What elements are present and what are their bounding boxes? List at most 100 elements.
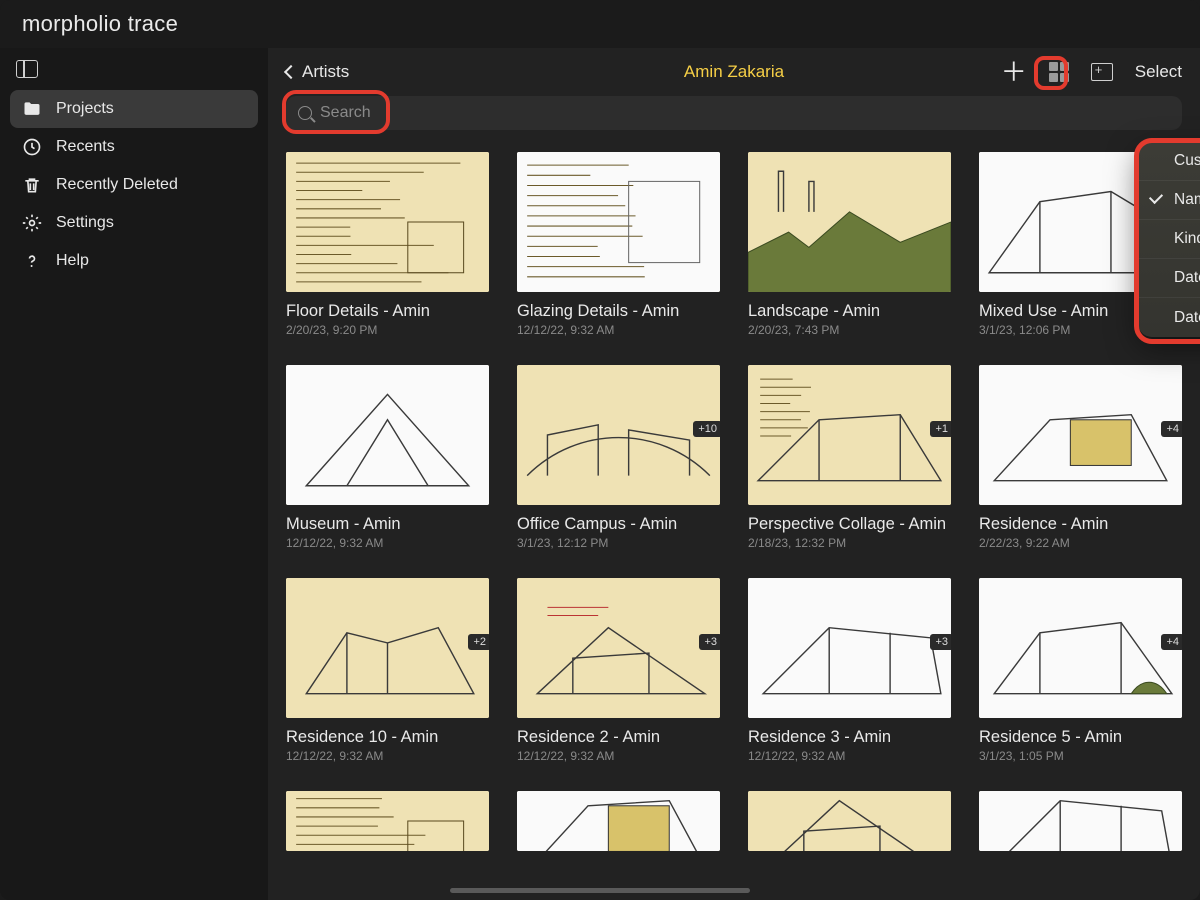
project-thumbnail [517,791,720,851]
grid-icon [1049,62,1069,82]
project-date: 3/1/23, 1:05 PM [979,749,1182,763]
sidebar-item-recently-deleted[interactable]: Recently Deleted [10,166,258,204]
sort-option-label: Custom [1174,152,1200,170]
project-date: 12/12/22, 9:32 AM [748,749,951,763]
stack-count-badge: +10 [693,421,720,437]
project-date: 12/12/22, 9:32 AM [517,323,720,337]
project-card[interactable]: +4 Residence 5 - Amin 3/1/23, 1:05 PM [979,578,1182,763]
gear-icon [22,213,42,233]
project-card[interactable] [286,791,489,851]
view-sort-button[interactable] [1049,62,1069,82]
project-card[interactable]: +2 Residence 10 - Amin 12/12/22, 9:32 AM [286,578,489,763]
chevron-left-icon [284,65,298,79]
sidebar-item-label: Help [56,252,89,270]
project-card[interactable]: +3 Residence 3 - Amin 12/12/22, 9:32 AM [748,578,951,763]
check-icon [1149,190,1163,204]
project-card[interactable]: +4 Residence - Amin 2/22/23, 9:22 AM [979,365,1182,550]
sort-option-name[interactable]: Name [1138,181,1200,220]
search-placeholder: Search [320,104,371,122]
brand-logo: morpholio trace [22,11,178,37]
sidebar: Projects Recents Recently Deleted Settin… [0,48,268,900]
toolbar: Artists Amin Zakaria ＋ Select [268,48,1200,96]
stack-count-badge: +4 [1161,421,1182,437]
project-thumbnail [748,152,951,292]
toggle-sidebar-icon[interactable] [16,60,38,78]
project-title: Residence 10 - Amin [286,728,489,747]
toolbar-right: ＋ Select [1001,59,1182,85]
project-card[interactable]: Museum - Amin 12/12/22, 9:32 AM [286,365,489,550]
project-date: 2/20/23, 7:43 PM [748,323,951,337]
project-title: Residence 5 - Amin [979,728,1182,747]
project-title: Office Campus - Amin [517,515,720,534]
sort-option-date-created[interactable]: Date Created [1138,259,1200,298]
sort-option-kind[interactable]: Kind [1138,220,1200,259]
project-date: 2/18/23, 12:32 PM [748,536,951,550]
project-card[interactable]: +1 Perspective Collage - Amin 2/18/23, 1… [748,365,951,550]
project-date: 2/22/23, 9:22 AM [979,536,1182,550]
project-thumbnail: +10 [517,365,720,505]
body: Projects Recents Recently Deleted Settin… [0,48,1200,900]
sidebar-item-label: Recently Deleted [56,176,178,194]
back-label: Artists [302,62,349,82]
sidebar-item-recents[interactable]: Recents [10,128,258,166]
sidebar-item-settings[interactable]: Settings [10,204,258,242]
brand-word-2: trace [128,11,178,36]
trash-icon [22,175,42,195]
project-title: Residence 2 - Amin [517,728,720,747]
project-card[interactable]: Landscape - Amin 2/20/23, 7:43 PM [748,152,951,337]
home-indicator [450,888,750,893]
project-card[interactable]: +10 Office Campus - Amin 3/1/23, 12:12 P… [517,365,720,550]
project-thumbnail: +4 [979,365,1182,505]
project-date: 3/1/23, 12:12 PM [517,536,720,550]
project-thumbnail: +2 [286,578,489,718]
sidebar-item-label: Settings [56,214,114,232]
add-button[interactable]: ＋ [1001,59,1027,85]
project-card[interactable]: Floor Details - Amin 2/20/23, 9:20 PM [286,152,489,337]
sort-option-label: Date Modified [1174,309,1200,327]
project-title: Museum - Amin [286,515,489,534]
sidebar-item-help[interactable]: Help [10,242,258,280]
search-icon [298,106,312,120]
project-card[interactable]: +3 Residence 2 - Amin 12/12/22, 9:32 AM [517,578,720,763]
project-date: 12/12/22, 9:32 AM [286,749,489,763]
project-thumbnail [286,152,489,292]
app-window: morpholio trace Projects Recents [0,0,1200,900]
folder-icon [22,99,42,119]
project-card[interactable]: Glazing Details - Amin 12/12/22, 9:32 AM [517,152,720,337]
new-folder-button[interactable] [1091,63,1113,81]
stack-count-badge: +3 [699,634,720,650]
project-thumbnail [286,365,489,505]
sidebar-item-label: Recents [56,138,115,156]
stack-count-badge: +2 [468,634,489,650]
sort-option-date-modified[interactable]: Date Modified [1138,298,1200,337]
project-title: Residence 3 - Amin [748,728,951,747]
project-title: Residence - Amin [979,515,1182,534]
help-icon [22,251,42,271]
project-thumbnail: +4 [979,578,1182,718]
stack-count-badge: +1 [930,421,951,437]
sidebar-item-projects[interactable]: Projects [10,90,258,128]
project-thumbnail [979,791,1182,851]
project-title: Landscape - Amin [748,302,951,321]
sidebar-item-label: Projects [56,100,114,118]
stack-count-badge: +3 [930,634,951,650]
project-date: 2/20/23, 9:20 PM [286,323,489,337]
main-panel: Artists Amin Zakaria ＋ Select Search [268,48,1200,900]
project-grid: Floor Details - Amin 2/20/23, 9:20 PM Gl… [268,140,1200,900]
project-thumbnail: +3 [517,578,720,718]
project-card[interactable] [979,791,1182,851]
project-card[interactable] [517,791,720,851]
sort-option-custom[interactable]: Custom [1138,142,1200,181]
project-date: 12/12/22, 9:32 AM [286,536,489,550]
back-button[interactable]: Artists [286,62,349,82]
brand-word-1: morpholio [22,11,121,36]
select-button[interactable]: Select [1135,62,1182,82]
clock-icon [22,137,42,157]
project-card[interactable] [748,791,951,851]
search-input[interactable]: Search [286,96,1182,130]
stack-count-badge: +4 [1161,634,1182,650]
project-title: Floor Details - Amin [286,302,489,321]
search-row: Search [268,96,1200,140]
project-thumbnail [286,791,489,851]
project-title: Perspective Collage - Amin [748,515,951,534]
